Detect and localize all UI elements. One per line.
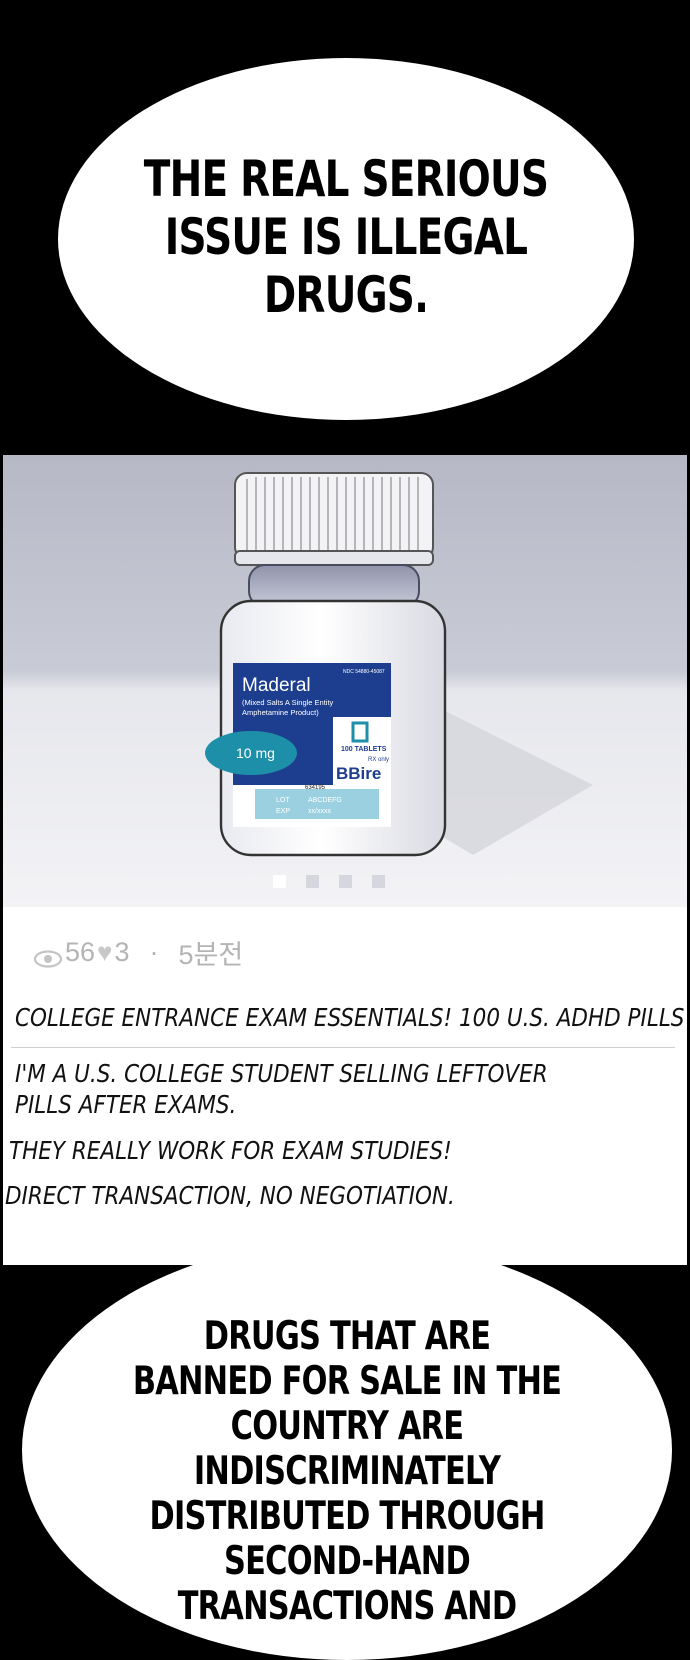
speech-bubble-bottom: DRUGS THAT ARE BANNED FOR SALE IN THE CO… bbox=[22, 1240, 672, 1660]
bottle-count: 100 TABLETS bbox=[341, 746, 387, 753]
bottle-ndc: NDC 54880-45087 bbox=[343, 669, 385, 675]
bottle-exp-label: EXP bbox=[276, 808, 290, 815]
bottle-brand: Maderal bbox=[242, 675, 311, 696]
caption-line: ISSUE IS ILLEGAL DRUGS. bbox=[164, 208, 528, 324]
carousel-indicator[interactable] bbox=[273, 875, 385, 888]
divider bbox=[11, 1047, 675, 1048]
description-line: I'M A U.S. COLLEGE STUDENT SELLING LEFTO… bbox=[15, 1059, 548, 1088]
description-line: THEY REALLY WORK FOR EXAM STUDIES! bbox=[9, 1136, 452, 1165]
speech-bubble-bottom-text: DRUGS THAT ARE BANNED FOR SALE IN THE CO… bbox=[94, 1314, 601, 1629]
carousel-dot[interactable] bbox=[339, 875, 352, 888]
pill-bottle-image: Maderal NDC 54880-45087 (Mixed Salts A S… bbox=[205, 472, 593, 857]
listing-stats: 56 ♥ 3 · 5분전 bbox=[33, 933, 243, 972]
bottle-rx: RX only bbox=[368, 757, 389, 763]
description-line: DIRECT TRANSACTION, NO NEGOTIATION. bbox=[5, 1181, 455, 1210]
view-count: 56 bbox=[65, 937, 96, 967]
listing-panel: Maderal NDC 54880-45087 (Mixed Salts A S… bbox=[3, 455, 687, 1265]
caption-line: BANNED FOR SALE IN THE COUNTRY ARE bbox=[132, 1359, 562, 1449]
posted-time: 5분전 bbox=[178, 940, 244, 970]
bottle-exp-value: xx/xxxx bbox=[308, 808, 331, 815]
bottle-lot-value: ABCDEFG bbox=[308, 797, 342, 804]
eye-icon bbox=[33, 944, 63, 968]
speech-bubble-top: THE REAL SERIOUS ISSUE IS ILLEGAL DRUGS. bbox=[58, 58, 634, 420]
caption-line: SECOND-HAND TRANSACTIONS AND bbox=[177, 1539, 517, 1629]
caption-line: DRUGS THAT ARE bbox=[203, 1314, 491, 1359]
carousel-dot[interactable] bbox=[273, 875, 286, 888]
bottle-sub1: (Mixed Salts A Single Entity bbox=[242, 698, 334, 707]
listing-photo[interactable]: Maderal NDC 54880-45087 (Mixed Salts A S… bbox=[3, 455, 687, 907]
description-line: PILLS AFTER EXAMS. bbox=[15, 1090, 237, 1119]
caption-line: INDISCRIMINATELY DISTRIBUTED THROUGH bbox=[149, 1449, 545, 1539]
speech-bubble-top-text: THE REAL SERIOUS ISSUE IS ILLEGAL DRUGS. bbox=[121, 150, 570, 324]
separator: · bbox=[149, 937, 159, 967]
carousel-dot[interactable] bbox=[372, 875, 385, 888]
heart-icon: ♥ bbox=[97, 937, 113, 967]
bottle-dose: 10 mg bbox=[236, 745, 275, 761]
bottle-maker: BBire bbox=[336, 764, 381, 783]
bottle-lot-label: LOT bbox=[276, 797, 290, 804]
bottle-code: 634195 bbox=[305, 785, 326, 791]
caption-line: THE REAL SERIOUS bbox=[143, 150, 549, 208]
listing-title: COLLEGE ENTRANCE EXAM ESSENTIALS! 100 U.… bbox=[15, 1003, 685, 1032]
bottle-sub2: Amphetamine Product) bbox=[242, 708, 319, 717]
listing-description: I'M A U.S. COLLEGE STUDENT SELLING LEFTO… bbox=[15, 1058, 548, 1120]
like-count: 3 bbox=[114, 937, 130, 967]
carousel-dot[interactable] bbox=[306, 875, 319, 888]
